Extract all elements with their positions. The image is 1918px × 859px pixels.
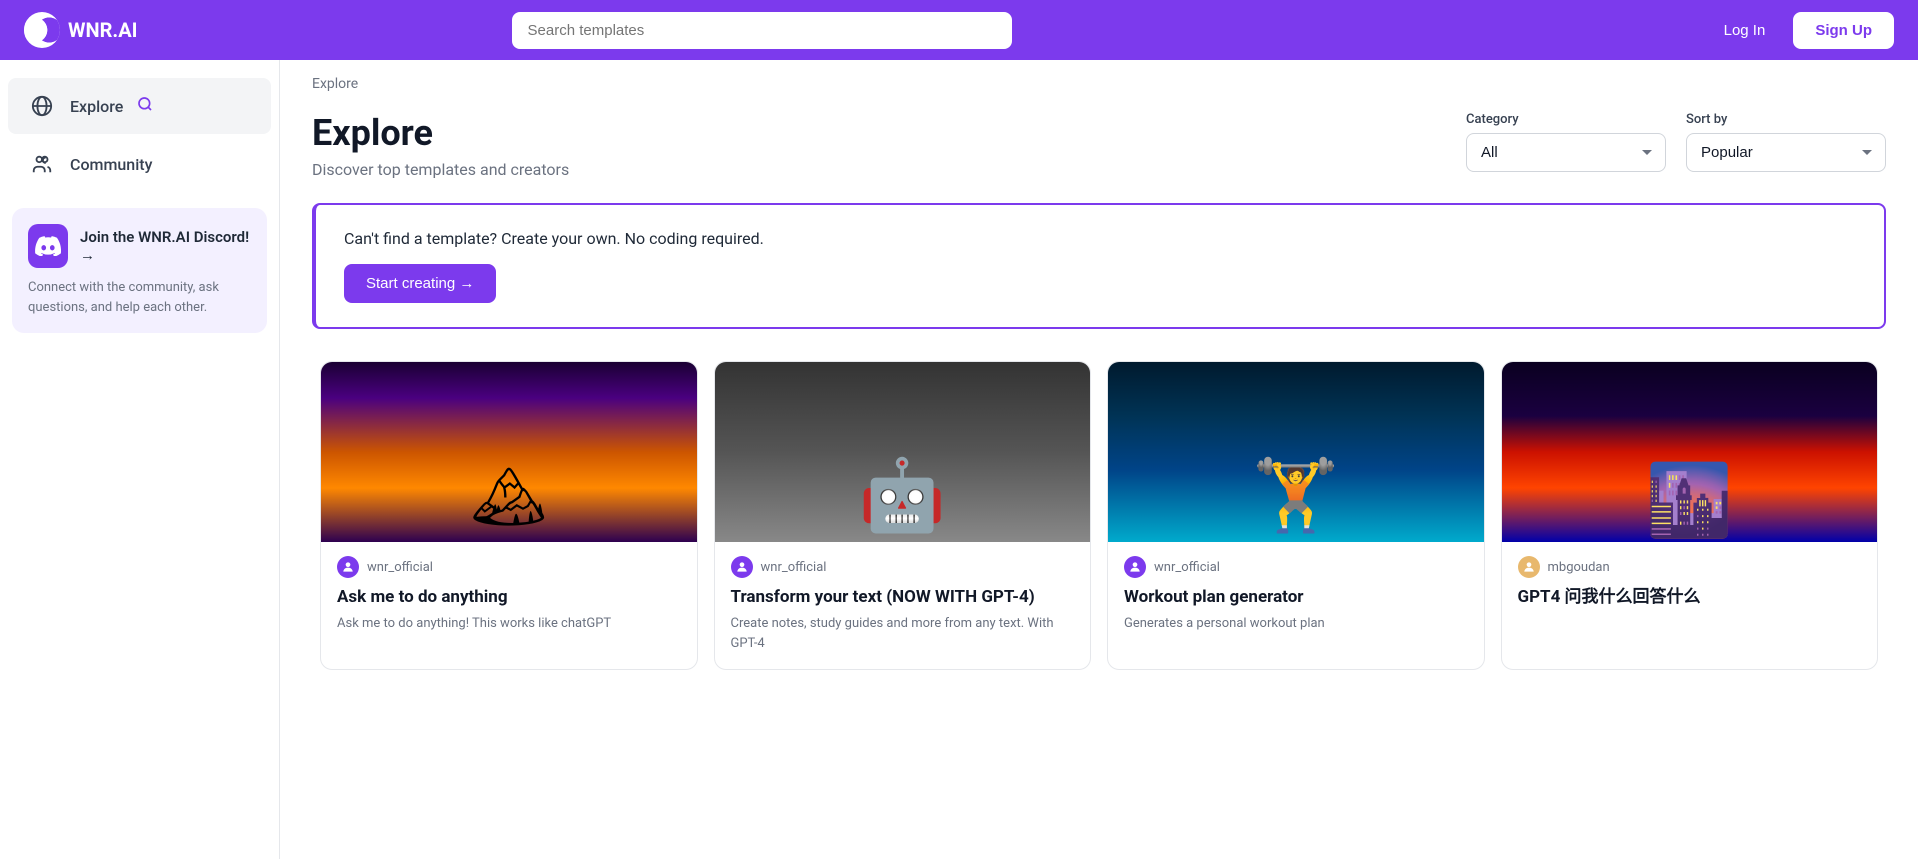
breadcrumb: Explore (280, 60, 1918, 92)
template-title: Ask me to do anything (337, 586, 681, 608)
logo-icon: W (24, 12, 60, 48)
filter-section: Category All Writing Code Image Data Edu… (1466, 112, 1886, 172)
avatar (731, 556, 753, 578)
template-image-robot (715, 362, 1091, 542)
discord-description: Connect with the community, ask question… (28, 278, 251, 317)
banner-text: Can't find a template? Create your own. … (344, 229, 1856, 248)
sort-label: Sort by (1686, 112, 1886, 127)
template-grid: wnr_official Ask me to do anything Ask m… (312, 353, 1886, 710)
author-name: wnr_official (367, 560, 433, 575)
template-description: Ask me to do anything! This works like c… (337, 614, 681, 634)
explore-title: Explore (312, 112, 569, 154)
globe-icon (28, 92, 56, 120)
explore-header: Explore Discover top templates and creat… (280, 92, 1918, 203)
template-author: mbgoudan (1518, 556, 1862, 578)
page-layout: Explore Community (0, 60, 1918, 859)
template-title: Transform your text (NOW WITH GPT-4) (731, 586, 1075, 608)
template-info: wnr_official Workout plan generator Gene… (1108, 542, 1484, 650)
search-bar (512, 12, 1012, 49)
discord-avatar (28, 224, 68, 268)
create-template-banner: Can't find a template? Create your own. … (312, 203, 1886, 329)
category-select[interactable]: All Writing Code Image Data Education (1466, 133, 1666, 172)
sidebar-explore-label: Explore (70, 97, 123, 116)
search-input[interactable] (512, 12, 1012, 49)
discord-header: Join the WNR.AI Discord! → (28, 224, 251, 268)
discord-card[interactable]: Join the WNR.AI Discord! → Connect with … (12, 208, 267, 333)
logo[interactable]: W WNR.AI (24, 12, 138, 48)
template-card[interactable]: wnr_official Ask me to do anything Ask m… (320, 361, 698, 670)
template-image-mountain (321, 362, 697, 542)
sidebar-community-label: Community (70, 155, 152, 174)
template-author: wnr_official (731, 556, 1075, 578)
discord-title: Join the WNR.AI Discord! → (80, 228, 251, 264)
template-card[interactable]: wnr_official Workout plan generator Gene… (1107, 361, 1485, 670)
signup-button[interactable]: Sign Up (1793, 12, 1894, 49)
search-icon (137, 96, 153, 116)
template-title: Workout plan generator (1124, 586, 1468, 608)
logo-text: WNR.AI (68, 18, 138, 42)
main-content: Explore Explore Discover top templates a… (280, 60, 1918, 859)
category-label: Category (1466, 112, 1666, 127)
template-image-city (1502, 362, 1878, 542)
explore-title-section: Explore Discover top templates and creat… (312, 112, 569, 179)
template-card[interactable]: mbgoudan GPT4 问我什么回答什么 (1501, 361, 1879, 670)
explore-subtitle: Discover top templates and creators (312, 160, 569, 179)
author-name: wnr_official (1154, 560, 1220, 575)
app-header: W WNR.AI Log In Sign Up (0, 0, 1918, 60)
avatar (1124, 556, 1146, 578)
avatar (1518, 556, 1540, 578)
template-card[interactable]: wnr_official Transform your text (NOW WI… (714, 361, 1092, 670)
sidebar-item-community[interactable]: Community (8, 136, 271, 192)
sidebar: Explore Community (0, 60, 280, 859)
avatar (337, 556, 359, 578)
sidebar-item-explore[interactable]: Explore (8, 78, 271, 134)
template-info: mbgoudan GPT4 问我什么回答什么 (1502, 542, 1878, 630)
login-button[interactable]: Log In (1712, 14, 1778, 47)
template-author: wnr_official (337, 556, 681, 578)
community-icon (28, 150, 56, 178)
svg-text:W: W (28, 24, 39, 38)
template-description: Create notes, study guides and more from… (731, 614, 1075, 653)
author-name: wnr_official (761, 560, 827, 575)
template-title: GPT4 问我什么回答什么 (1518, 586, 1862, 608)
start-creating-button[interactable]: Start creating → (344, 264, 496, 303)
author-name: mbgoudan (1548, 560, 1610, 575)
sort-select[interactable]: Popular Newest Most Used (1686, 133, 1886, 172)
template-description: Generates a personal workout plan (1124, 614, 1468, 634)
template-info: wnr_official Ask me to do anything Ask m… (321, 542, 697, 650)
header-actions: Log In Sign Up (1712, 12, 1894, 49)
category-filter-group: Category All Writing Code Image Data Edu… (1466, 112, 1666, 172)
sort-filter-group: Sort by Popular Newest Most Used (1686, 112, 1886, 172)
template-author: wnr_official (1124, 556, 1468, 578)
template-image-gym (1108, 362, 1484, 542)
template-info: wnr_official Transform your text (NOW WI… (715, 542, 1091, 669)
